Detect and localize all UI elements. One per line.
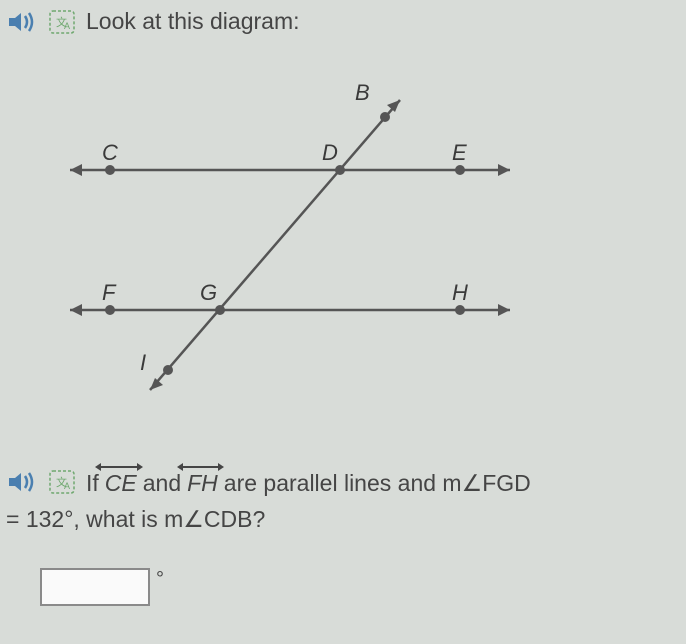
label-I: I: [140, 350, 146, 375]
answer-row: °: [40, 568, 164, 606]
instruction-row: 文 A Look at this diagram:: [6, 8, 300, 35]
label-G: G: [200, 280, 217, 305]
answer-input[interactable]: [40, 568, 150, 606]
label-C: C: [102, 140, 118, 165]
geometry-diagram: B C D E F G H I: [40, 50, 560, 410]
question-row: 文 A If CE and FH are parallel lines and …: [6, 466, 676, 497]
label-B: B: [355, 80, 370, 105]
translate-icon[interactable]: 文 A: [48, 469, 76, 495]
q-prefix: If: [86, 470, 99, 497]
q-mid2: are parallel lines and m∠FGD: [224, 470, 531, 497]
question-text: If CE and FH are parallel lines and m∠FG…: [86, 466, 531, 497]
label-E: E: [452, 140, 467, 165]
label-H: H: [452, 280, 468, 305]
line-CE: CE: [105, 466, 137, 497]
degree-unit: °: [156, 568, 164, 591]
translate-icon[interactable]: 文 A: [48, 9, 76, 35]
label-D: D: [322, 140, 338, 165]
q-mid1: and: [143, 470, 181, 497]
label-F: F: [102, 280, 117, 305]
line-FH: FH: [187, 466, 218, 497]
svg-text:A: A: [64, 481, 70, 491]
speaker-icon[interactable]: [6, 9, 38, 35]
instruction-text: Look at this diagram:: [86, 8, 300, 35]
question-continue: = 132°, what is m∠CDB?: [6, 506, 265, 533]
speaker-icon[interactable]: [6, 469, 38, 495]
svg-text:A: A: [64, 21, 70, 31]
